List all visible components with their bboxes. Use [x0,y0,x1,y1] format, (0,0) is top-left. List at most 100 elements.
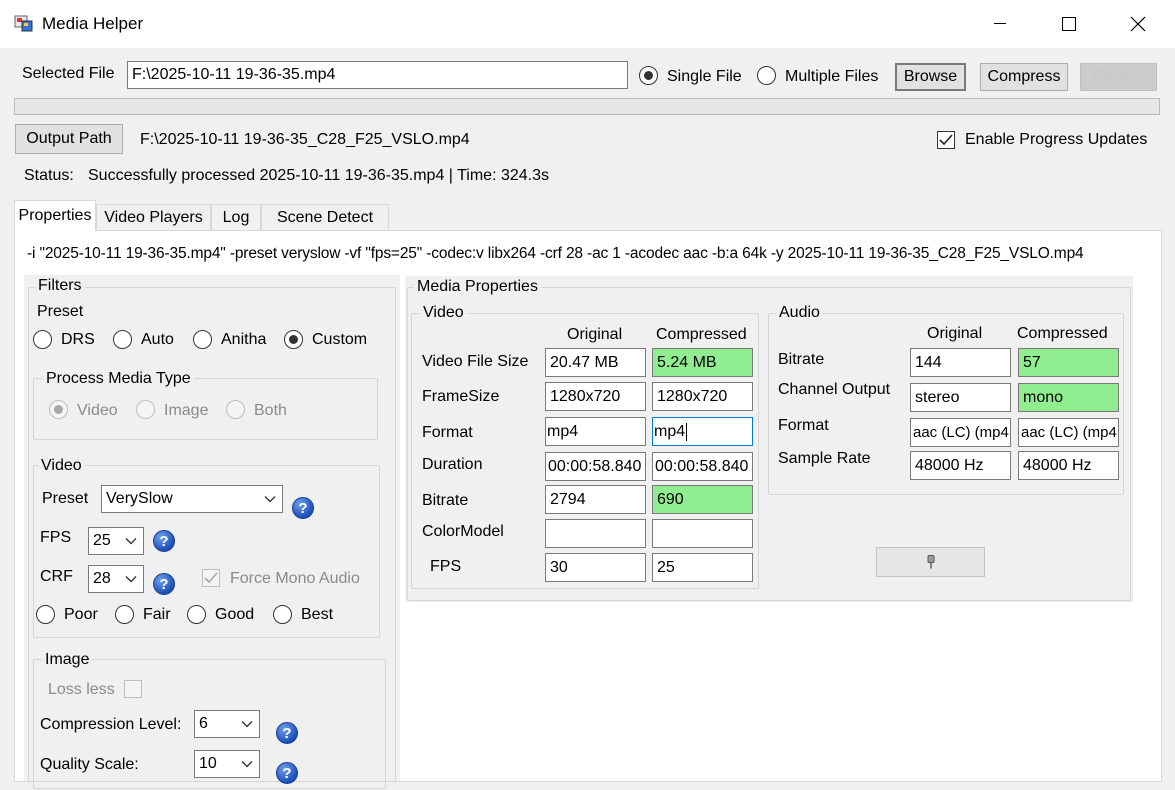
channel-output-original[interactable]: stereo [910,383,1011,412]
checkmark-icon [204,572,218,584]
preset-drs-label[interactable]: DRS [61,331,95,349]
video-file-size-original[interactable]: 20.47 MB [545,348,646,377]
video-properties-title: Video [420,304,467,322]
preset-custom-radio[interactable] [284,330,303,349]
multiple-files-label[interactable]: Multiple Files [785,68,878,86]
audio-row-label: Channel Output [778,381,891,398]
preset-anitha-radio[interactable] [193,330,212,349]
force-mono-audio-label[interactable]: Force Mono Audio [230,570,360,588]
help-icon[interactable]: ? [153,573,175,595]
compress-button[interactable]: Compress [980,63,1068,91]
duration-original[interactable]: 00:00:58.840 [545,452,646,481]
frame-size-compressed[interactable]: 1280x720 [652,382,753,411]
enable-progress-updates-checkbox[interactable] [937,131,955,149]
enable-progress-updates-label[interactable]: Enable Progress Updates [965,131,1147,149]
quality-scale-select[interactable]: 10 [194,750,260,778]
filters-title: Filters [35,277,85,295]
help-icon[interactable]: ? [153,530,175,552]
maximize-icon[interactable] [1034,0,1104,48]
quality-poor-label[interactable]: Poor [64,606,98,624]
force-mono-audio-checkbox[interactable] [202,569,220,587]
video-row-label: Duration [422,456,483,473]
chevron-down-icon [264,496,276,503]
lossless-checkbox[interactable] [124,680,142,698]
help-icon[interactable]: ? [276,762,298,784]
audio-col-compressed: Compressed [1017,325,1108,342]
media-type-image-label[interactable]: Image [164,402,208,420]
video-bitrate-original[interactable]: 2794 [545,485,646,514]
quality-scale-value: 10 [199,755,217,772]
quality-best-radio[interactable] [273,605,292,624]
close-icon[interactable] [1103,0,1173,48]
quality-good-radio[interactable] [187,605,206,624]
video-bitrate-compressed[interactable]: 690 [652,485,753,514]
fps-original[interactable]: 30 [545,553,646,582]
quality-poor-radio[interactable] [36,605,55,624]
audio-row-label: Format [778,417,829,434]
sample-rate-original[interactable]: 48000 Hz [910,451,1011,480]
media-type-both-label[interactable]: Both [254,402,287,420]
frame-size-original[interactable]: 1280x720 [545,382,646,411]
audio-bitrate-original[interactable]: 144 [910,348,1011,377]
single-file-label[interactable]: Single File [667,68,742,86]
media-type-video-label[interactable]: Video [77,402,118,420]
media-type-video-radio[interactable] [49,400,68,419]
media-type-image-radio[interactable] [136,400,155,419]
preset-custom-label[interactable]: Custom [312,331,367,349]
fps-select[interactable]: 25 [88,527,144,555]
crf-select[interactable]: 28 [88,565,144,593]
preset-auto-label[interactable]: Auto [141,331,174,349]
pin-icon [927,555,934,569]
process-media-type-title: Process Media Type [43,370,194,388]
media-properties-title: Media Properties [414,278,541,296]
media-type-both-radio[interactable] [226,400,245,419]
lossless-label[interactable]: Loss less [48,681,115,699]
browse-button[interactable]: Browse [895,63,966,91]
single-file-radio[interactable] [639,66,658,85]
fps-compressed[interactable]: 25 [652,553,753,582]
quality-best-label[interactable]: Best [301,606,333,624]
quality-good-label[interactable]: Good [215,606,254,624]
video-preset-value: VerySlow [106,490,173,507]
format-original[interactable]: mp4 [545,417,646,446]
color-model-original[interactable] [545,519,646,548]
selected-file-label: Selected File [22,65,115,82]
audio-format-compressed[interactable]: aac (LC) (mp4 [1018,418,1119,447]
video-row-label: Format [422,424,473,441]
tab-video-players[interactable]: Video Players [96,204,211,230]
compression-level-select[interactable]: 6 [194,710,260,738]
video-file-size-compressed[interactable]: 5.24 MB [652,348,753,377]
video-preset-select[interactable]: VerySlow [101,485,283,513]
video-preset-label: Preset [42,490,89,507]
help-icon[interactable]: ? [292,497,314,519]
duration-compressed[interactable]: 00:00:58.840 [652,452,753,481]
image-group-title: Image [42,651,93,669]
tab-scene-detect[interactable]: Scene Detect [261,204,389,230]
quality-fair-label[interactable]: Fair [143,606,171,624]
progress-bar [14,98,1160,115]
preset-anitha-label[interactable]: Anitha [221,331,266,349]
format-compressed[interactable]: mp4 [652,417,753,446]
minimize-icon[interactable] [965,0,1035,48]
pin-button[interactable] [876,547,985,577]
channel-output-compressed[interactable]: mono [1018,383,1119,412]
tab-log[interactable]: Log [211,204,261,230]
audio-format-original[interactable]: aac (LC) (mp4 [910,418,1011,447]
tab-properties[interactable]: Properties [14,200,96,231]
fps-value: 25 [93,532,111,549]
help-icon[interactable]: ? [276,722,298,744]
multiple-files-radio[interactable] [757,66,776,85]
audio-bitrate-compressed[interactable]: 57 [1018,348,1119,377]
preset-drs-radio[interactable] [33,330,52,349]
command-line-text: -i "2025-10-11 19-36-35.mp4" -preset ver… [27,245,1084,262]
status-label: Status: [24,167,74,184]
selected-file-input[interactable]: F:\2025-10-11 19-36-35.mp4 [127,61,628,89]
cancel-button[interactable]: Cancel [1080,63,1157,91]
color-model-compressed[interactable] [652,519,753,548]
sample-rate-compressed[interactable]: 48000 Hz [1018,451,1119,480]
quality-fair-radio[interactable] [115,605,134,624]
preset-auto-radio[interactable] [113,330,132,349]
crf-label: CRF [40,568,73,585]
output-path-button[interactable]: Output Path [15,124,123,154]
window-title: Media Helper [42,14,144,33]
